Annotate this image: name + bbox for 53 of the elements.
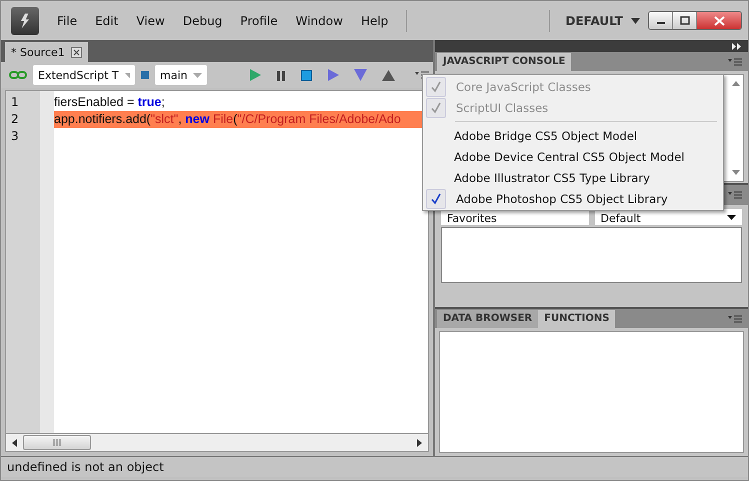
line-number: 1 [10, 94, 20, 111]
caret-icon [193, 72, 202, 78]
collapse-icon[interactable] [732, 42, 742, 50]
panel-menu-icon[interactable] [728, 191, 742, 199]
panel-menu-icon[interactable] [728, 58, 742, 66]
menu-option[interactable]: Adobe Bridge CS5 Object Model [423, 125, 723, 146]
menu-item[interactable]: File [57, 14, 78, 28]
step-into-icon[interactable] [354, 69, 368, 81]
horizontal-scrollbar[interactable] [5, 434, 429, 452]
arrow-down-icon [732, 170, 740, 175]
stop-icon[interactable] [301, 70, 312, 80]
arrow-right-icon [417, 438, 422, 446]
arrow-left-icon [12, 438, 17, 446]
panel-menu-icon[interactable] [728, 314, 742, 322]
grip-icon [52, 439, 62, 446]
menu-item[interactable]: Edit [95, 14, 118, 28]
object-list[interactable] [441, 227, 742, 283]
menu-option[interactable]: Adobe Illustrator CS5 Type Library [423, 167, 723, 188]
panel-tab[interactable]: JAVASCRIPT CONSOLE [437, 53, 572, 71]
caret-icon [631, 18, 640, 24]
target-dropdown[interactable]: main [155, 65, 208, 85]
line-number: 3 [10, 128, 20, 145]
panel-tab[interactable]: FUNCTIONS [538, 310, 616, 328]
menu-item[interactable]: Debug [182, 14, 222, 28]
step-over-icon[interactable] [327, 69, 340, 81]
arrow-up-icon [732, 81, 740, 86]
functions-list[interactable] [439, 331, 744, 453]
line-number: 2 [10, 111, 20, 128]
status-message: undefined is not an object [7, 460, 164, 474]
close-icon[interactable] [70, 46, 82, 58]
app-logo-icon [11, 6, 39, 34]
minimize-button[interactable] [649, 12, 673, 29]
close-button[interactable] [697, 12, 741, 29]
menu-item[interactable]: View [136, 14, 165, 28]
maximize-icon [680, 16, 690, 25]
engine-dropdown[interactable]: ExtendScript T [33, 65, 135, 85]
menu-item[interactable]: Profile [240, 14, 278, 28]
menu-option[interactable]: Adobe Device Central CS5 Object Model [423, 146, 723, 167]
caret-icon [124, 72, 130, 78]
document-tab[interactable]: * Source1 [5, 42, 88, 62]
workspace-switcher[interactable]: DEFAULT [566, 14, 640, 28]
menu-item[interactable]: Help [360, 14, 388, 28]
menu-option[interactable]: Adobe Photoshop CS5 Object Library [423, 188, 723, 209]
pause-icon[interactable] [276, 70, 286, 80]
menu-item[interactable]: Window [296, 14, 343, 28]
caret-icon [727, 214, 736, 220]
link-icon[interactable] [9, 70, 27, 80]
panel-tab[interactable]: DATA BROWSER [437, 310, 538, 328]
step-out-icon[interactable] [382, 70, 396, 80]
close-icon [714, 16, 724, 26]
code-line: fiersEnabled = true; [54, 94, 166, 111]
maximize-button[interactable] [673, 12, 697, 29]
square-icon [141, 71, 149, 79]
